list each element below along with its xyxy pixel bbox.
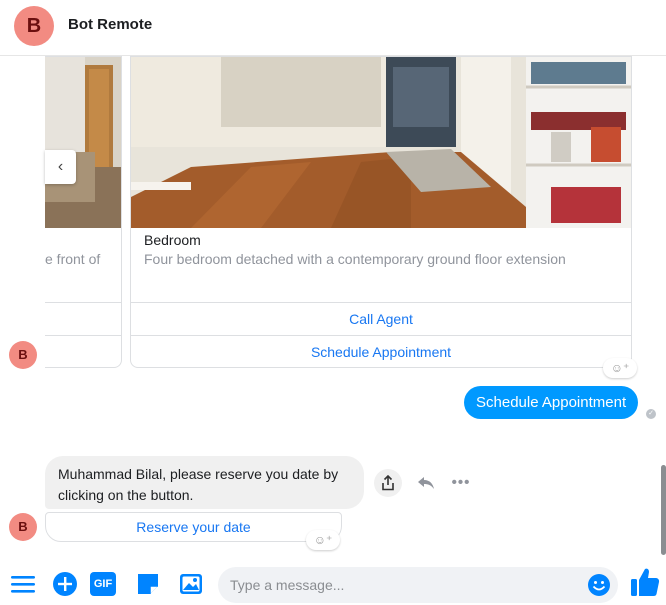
carousel-card-previous[interactable]: e front of xyxy=(45,56,122,368)
reply-icon xyxy=(418,477,434,489)
emoji-icon[interactable] xyxy=(587,573,611,597)
bot-message-avatar[interactable]: B xyxy=(9,513,37,541)
user-message-bubble[interactable]: Schedule Appointment xyxy=(464,386,639,419)
card-subtitle: Four bedroom detached with a contemporar… xyxy=(144,251,566,267)
carousel-prev-button[interactable]: ‹ xyxy=(45,150,76,184)
add-reaction-icon: ☺⁺ xyxy=(610,361,630,375)
bot-avatar[interactable]: B xyxy=(14,6,54,46)
add-reaction-button[interactable]: ☺⁺ xyxy=(603,358,637,378)
card-button-empty[interactable] xyxy=(45,335,121,367)
seen-indicator-icon: ✓ xyxy=(646,409,656,419)
conversation-header: B Bot Remote xyxy=(0,0,666,56)
message-input[interactable] xyxy=(218,567,578,603)
add-reaction-button[interactable]: ☺⁺ xyxy=(306,530,340,550)
like-icon[interactable] xyxy=(630,566,660,598)
card-subtitle: e front of xyxy=(45,251,101,267)
card-image xyxy=(131,57,631,228)
message-input-wrapper xyxy=(218,567,618,603)
plus-icon[interactable] xyxy=(52,571,78,597)
message-composer: GIF xyxy=(0,562,666,605)
carousel-card-bedroom[interactable]: Bedroom Four bedroom detached with a con… xyxy=(130,56,632,368)
conversation-title[interactable]: Bot Remote xyxy=(68,16,152,33)
card-title: Bedroom xyxy=(144,232,201,248)
reserve-date-button[interactable]: Reserve your date xyxy=(45,512,342,542)
gif-icon[interactable]: GIF xyxy=(90,572,116,596)
image-icon[interactable] xyxy=(178,571,204,597)
share-button[interactable] xyxy=(374,469,402,497)
scrollbar[interactable] xyxy=(661,465,666,555)
bot-message-avatar[interactable]: B xyxy=(9,341,37,369)
bot-message-bubble[interactable]: Muhammad Bilal, please reserve you date … xyxy=(45,456,364,509)
call-agent-button[interactable]: Call Agent xyxy=(131,302,631,335)
add-reaction-icon: ☺⁺ xyxy=(313,533,333,547)
sticker-icon[interactable] xyxy=(135,571,161,597)
schedule-appointment-button[interactable]: Schedule Appointment xyxy=(131,335,631,367)
chevron-left-icon: ‹ xyxy=(57,158,64,175)
card-image xyxy=(45,57,121,228)
card-button-empty[interactable] xyxy=(45,302,121,335)
more-options-button[interactable]: ••• xyxy=(447,469,475,497)
reply-button[interactable] xyxy=(412,469,440,497)
more-icon: ••• xyxy=(451,474,471,491)
share-icon xyxy=(382,474,394,491)
menu-icon[interactable] xyxy=(10,571,36,597)
